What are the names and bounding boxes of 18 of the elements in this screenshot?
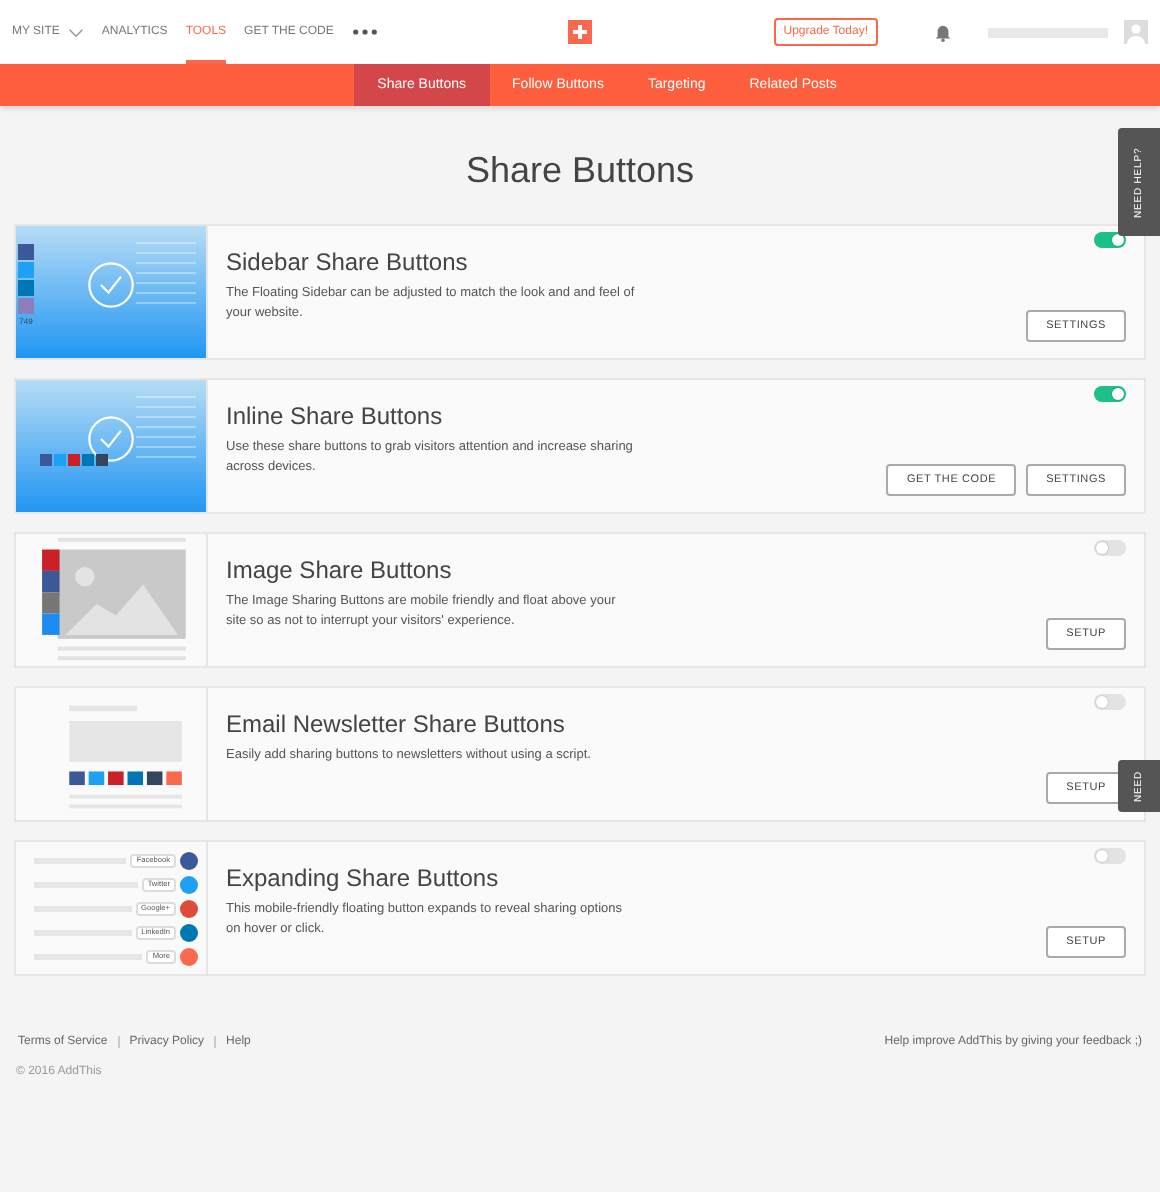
bell-icon[interactable] (934, 23, 952, 41)
tool-title: Image Share Buttons (226, 556, 454, 584)
toggle-switch[interactable] (1094, 540, 1126, 556)
tool-title: Sidebar Share Buttons (226, 248, 470, 276)
more-icon[interactable] (351, 28, 378, 36)
avatar-icon[interactable] (1124, 20, 1148, 44)
toggle-switch[interactable] (1094, 848, 1126, 864)
check-circle-icon (86, 260, 136, 310)
plus-logo-icon[interactable] (568, 20, 592, 44)
chevron-down-icon (67, 27, 84, 37)
tool-title: Expanding Share Buttons (226, 864, 501, 892)
tool-title: Inline Share Buttons (226, 402, 445, 430)
page-title: Share Buttons (465, 150, 695, 192)
tool-title: Email Newsletter Share Buttons (226, 710, 567, 738)
toggle-switch[interactable] (1094, 694, 1126, 710)
toggle-switch[interactable] (1094, 386, 1126, 402)
toggle-switch[interactable] (1094, 232, 1126, 248)
check-circle-icon (86, 414, 136, 464)
